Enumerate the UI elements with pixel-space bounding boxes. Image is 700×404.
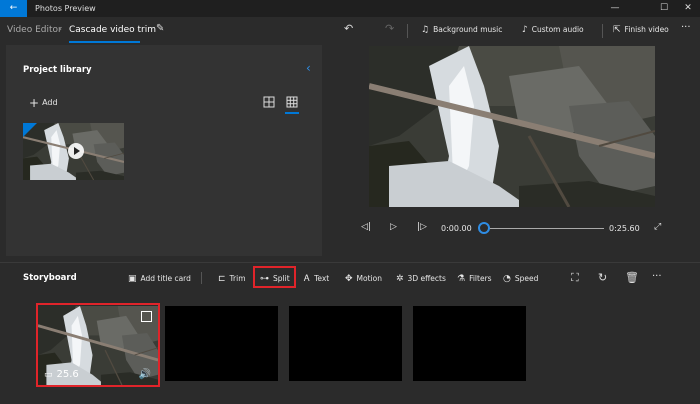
trash-icon[interactable]: 🗑 [625, 271, 639, 284]
pencil-icon[interactable]: ✎ [156, 23, 164, 34]
play-icon[interactable]: ▷ [390, 222, 397, 232]
title-card-icon: ▣ [128, 274, 137, 284]
playback-controls: ◁| ▷ |▷ 0:00.00 0:25.60 ⤢ [355, 218, 670, 240]
expand-icon[interactable]: ⤢ [654, 222, 661, 232]
scrub-track[interactable] [484, 228, 604, 229]
storyboard-empty-slot[interactable] [165, 306, 278, 381]
undo-icon[interactable]: ↶ [344, 22, 353, 35]
storyboard-empty-slot[interactable] [413, 306, 526, 381]
back-button[interactable]: ← [0, 0, 27, 17]
filters-button[interactable]: ⚗ Filters [457, 274, 492, 284]
add-media-button[interactable]: + Add [29, 96, 58, 110]
storyboard-clip-highlight [36, 303, 160, 387]
editor-toolbar: Video Editor › Cascade video trim ✎ ↶ ↷ … [0, 17, 700, 45]
view-selected-underline [285, 112, 299, 114]
play-icon [68, 143, 84, 159]
background-music-button[interactable]: ♫ Background music [421, 25, 502, 35]
storyboard-separator [201, 272, 202, 284]
toolbar-separator [407, 24, 408, 38]
close-button[interactable]: ✕ [676, 0, 700, 17]
audio-icon: ♪ [522, 25, 528, 35]
storyboard-divider [0, 262, 700, 263]
minimize-button[interactable]: — [603, 0, 627, 17]
music-note-icon: ♫ [421, 25, 430, 35]
project-name-underline [69, 41, 140, 43]
speed-button[interactable]: ◔ Speed [503, 274, 538, 284]
export-icon: ⇱ [613, 25, 621, 35]
motion-icon: ✥ [345, 274, 353, 284]
custom-audio-button[interactable]: ♪ Custom audio [522, 25, 584, 35]
trim-button[interactable]: ⊏ Trim [218, 274, 246, 284]
motion-button[interactable]: ✥ Motion [345, 274, 382, 284]
large-grid-view-icon[interactable] [263, 96, 275, 108]
project-name[interactable]: Cascade video trim [69, 25, 156, 35]
current-time: 0:00.00 [441, 224, 472, 233]
add-title-card-button[interactable]: ▣ Add title card [128, 274, 191, 284]
trim-icon: ⊏ [218, 274, 226, 284]
chevron-right-icon: › [58, 24, 62, 35]
project-library-panel: Project library ‹ + Add [6, 45, 322, 256]
text-button[interactable]: Ꭺ Text [304, 274, 329, 284]
scrub-handle[interactable] [478, 222, 490, 234]
step-forward-icon[interactable]: |▷ [417, 222, 427, 232]
storyboard-title: Storyboard [23, 273, 77, 283]
library-title: Project library [23, 65, 92, 75]
arrow-left-icon: ← [9, 3, 18, 13]
filters-icon: ⚗ [457, 274, 466, 284]
3d-effects-button[interactable]: ✲ 3D effects [396, 274, 446, 284]
rotate-icon[interactable]: ↻ [598, 271, 607, 284]
step-back-icon[interactable]: ◁| [361, 222, 371, 232]
speed-icon: ◔ [503, 274, 511, 284]
resize-icon[interactable]: ⛶ [571, 271, 579, 285]
redo-icon[interactable]: ↷ [385, 22, 394, 35]
finish-video-button[interactable]: ⇱ Finish video [613, 25, 669, 35]
storyboard-empty-slot[interactable] [289, 306, 402, 381]
title-bar: ← Photos Preview — ☐ ✕ [0, 0, 700, 17]
plus-icon: + [29, 96, 40, 110]
video-preview[interactable] [369, 46, 655, 207]
library-clip-thumbnail[interactable] [23, 123, 124, 180]
text-icon: Ꭺ [304, 274, 311, 284]
used-clip-marker-icon [23, 123, 37, 137]
maximize-button[interactable]: ☐ [652, 0, 676, 17]
toolbar-separator [602, 24, 603, 38]
small-grid-view-icon[interactable] [286, 96, 298, 108]
more-options-button[interactable]: ··· [681, 22, 691, 33]
breadcrumb-root[interactable]: Video Editor [7, 25, 62, 35]
collapse-library-icon[interactable]: ‹ [306, 61, 311, 75]
storyboard-more-button[interactable]: ··· [652, 271, 662, 282]
app-title: Photos Preview [35, 4, 96, 13]
3d-effects-icon: ✲ [396, 274, 404, 284]
end-time: 0:25.60 [609, 224, 640, 233]
split-button-highlight [253, 266, 296, 288]
